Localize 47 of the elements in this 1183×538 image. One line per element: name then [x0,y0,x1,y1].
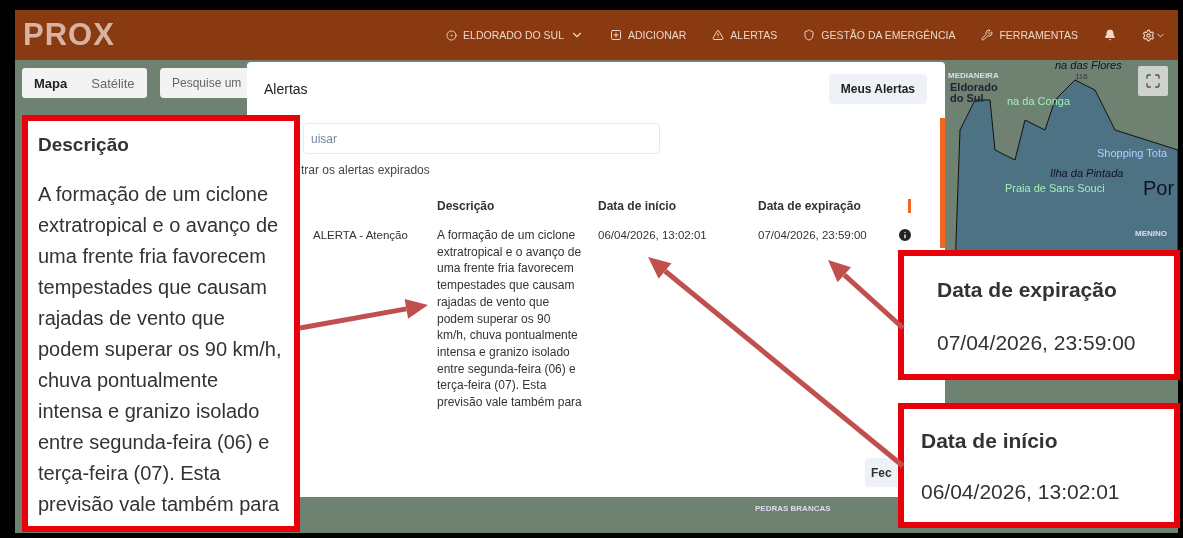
map-label: Ilha da Pintada [1050,168,1124,179]
info-icon[interactable] [897,227,913,243]
warning-icon [712,29,725,41]
my-alerts-button[interactable]: Meus Alertas [828,74,927,104]
location-icon [446,29,458,41]
fullscreen-button[interactable] [1138,66,1168,96]
column-header: Data de início [598,199,678,213]
callout-title: Data de início [921,429,1059,453]
callout-title: Data de expiração [937,278,1118,302]
nav-link[interactable]: ADICIONAR [610,29,687,41]
fullscreen-icon [1145,73,1161,89]
settings-menu[interactable] [1142,28,1166,42]
map-label: Eldorado do Sul [950,82,999,104]
callout-text: 06/04/2026, 13:02:01 [921,479,1121,505]
nav-link[interactable]: GESTÃO DA EMERGÊNCIA [803,29,956,41]
map-label: MEDIANEIRA [948,72,999,80]
map-label: Praia de Sans Souci [1005,183,1105,194]
nav-link[interactable]: ALERTAS [712,29,778,41]
map-type-tab[interactable]: Satélite [79,68,147,98]
nav-link[interactable]: FERRAMENTAS [981,29,1078,41]
map-label: MENINO [1135,230,1167,238]
table-cell-text: 06/04/2026, 13:02:01 [598,228,708,243]
map-label: PEDRAS BRANCAS [755,505,831,513]
map-type-tab[interactable]: Mapa [22,68,80,98]
table-cell: A formação de um ciclone extratropical e o avanço de uma frente fria favorecem tempestades que causam rajadas de vento que podem superar os 90 km/h, chuva pontualmente intensa e granizo isolado entre segunda-feira (06) e terça-feira (07). Esta previsão vale também para [437,227,583,411]
callout-text: 07/04/2026, 23:59:00 [937,330,1137,356]
map-label: Shopping Tota [1097,148,1168,159]
shield-icon [803,29,816,41]
search-field[interactable]: uisar [303,123,660,154]
callout-text: A formação de um ciclone extratropical e o avanço de uma frente fria favorecem tempestades que causam rajadas de vento que podem superar os 90 km/h, chuva pontualmente intensa e granizo isolado entre segunda-feira (06) e terça-feira (07). Esta previsão vale também para [38,182,283,517]
plus-icon [610,29,622,41]
bell-icon[interactable] [1104,29,1116,41]
gear-icon [1142,28,1155,42]
column-header: Data de expiração [758,199,862,213]
sort-marker [908,199,911,213]
table-cell-text: 07/04/2026, 23:59:00 [758,228,868,243]
map-label: Por [1143,178,1175,198]
column-header: Descrição [437,199,496,213]
logo: PROX [23,17,115,53]
map-label: na das Flores [1055,60,1122,71]
wrench-icon [981,29,994,41]
map-label: 116 [1075,73,1088,81]
close-button[interactable]: Fec [865,458,897,487]
nav-link[interactable]: ELDORADO DO SUL [446,28,584,42]
callout-title: Descrição [38,134,130,156]
filter-label: trar os alertas expirados [301,163,431,177]
table-cell-text: ALERTA - Atenção [313,228,409,243]
